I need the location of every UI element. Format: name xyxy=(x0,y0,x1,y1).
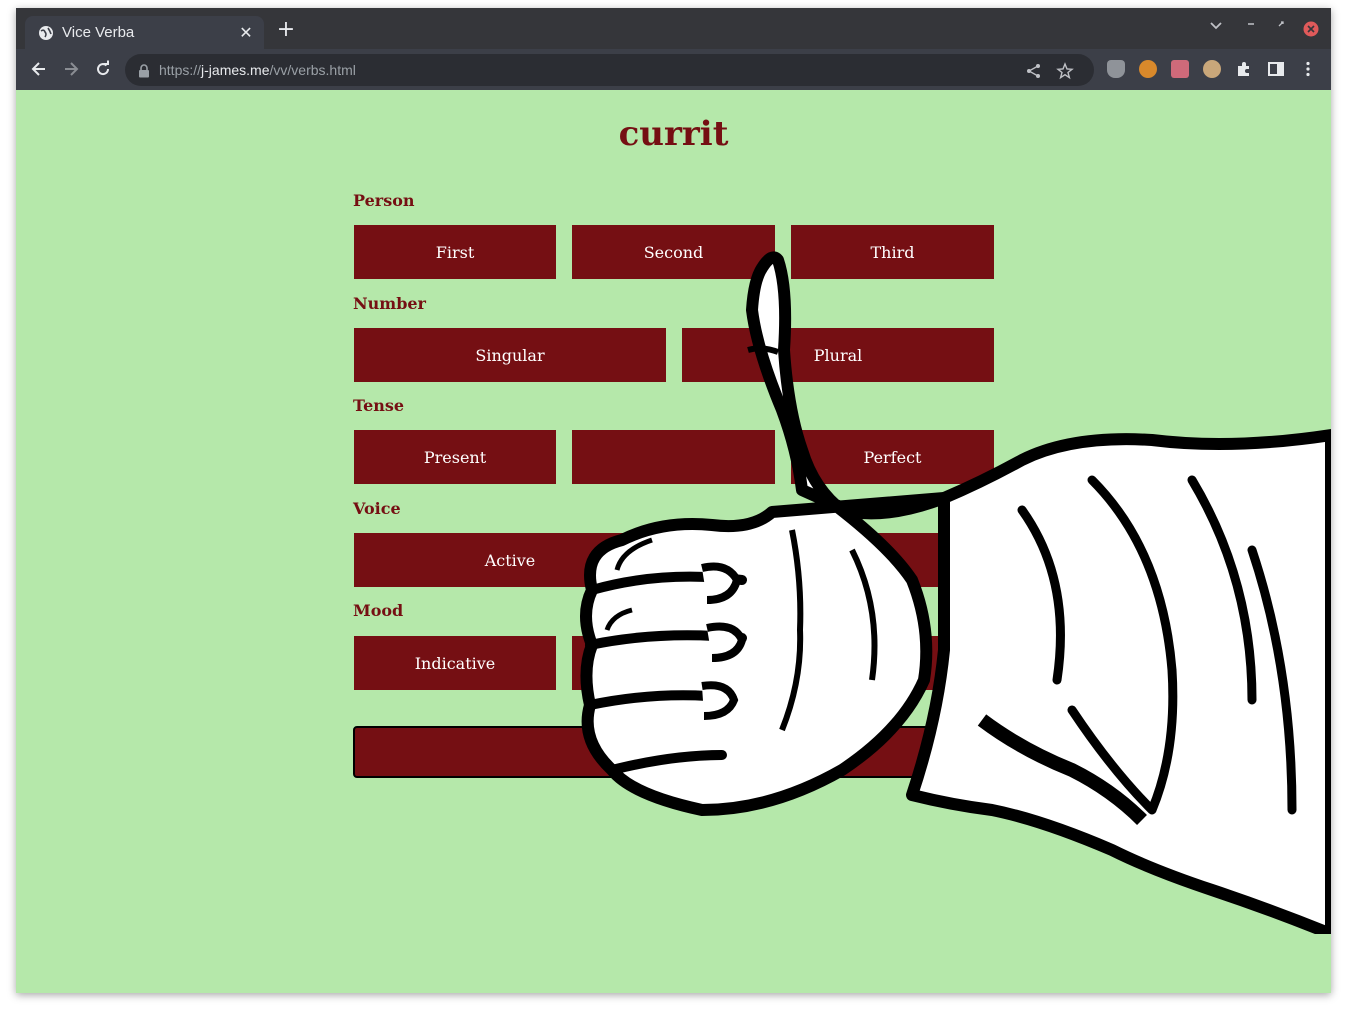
url-text: https://j-james.me/vv/verbs.html xyxy=(159,62,356,78)
number-label: Number xyxy=(353,294,426,313)
url-path: /vv/verbs.html xyxy=(269,62,356,78)
person-first-button[interactable]: First xyxy=(354,225,556,279)
person-label: Person xyxy=(353,191,415,210)
tab-title: Vice Verba xyxy=(62,24,135,41)
globe-icon xyxy=(38,25,54,41)
page-content: currit Person First Second Third Number … xyxy=(16,90,1331,993)
tab-strip: Vice Verba ✕ + xyxy=(16,8,1331,49)
tab-vice-verba[interactable]: Vice Verba ✕ xyxy=(25,16,264,49)
mood-indicative-button[interactable]: Indicative xyxy=(354,636,556,690)
close-window-icon[interactable] xyxy=(1303,21,1319,41)
new-tab-button[interactable]: + xyxy=(275,19,297,41)
url-host: j-james.me xyxy=(201,62,270,78)
lock-icon xyxy=(138,63,150,78)
voice-label: Voice xyxy=(353,499,401,518)
tab-close-icon[interactable]: ✕ xyxy=(238,23,254,42)
thumbs-up-illustration xyxy=(580,251,1331,934)
extension-fox-icon[interactable] xyxy=(1139,60,1157,78)
tab-search-chevron-icon[interactable] xyxy=(1209,18,1223,36)
share-icon[interactable] xyxy=(1025,62,1043,80)
tense-present-button[interactable]: Present xyxy=(354,430,556,484)
tense-label: Tense xyxy=(353,396,405,415)
extensions-puzzle-icon[interactable] xyxy=(1235,60,1253,78)
browser-toolbar: https://j-james.me/vv/verbs.html xyxy=(16,49,1331,90)
browser-window: Vice Verba ✕ + https://j-james.me/vv/ver… xyxy=(16,8,1331,993)
extension-pink-icon[interactable] xyxy=(1171,60,1189,78)
minimize-icon[interactable] xyxy=(1245,18,1257,34)
address-bar[interactable]: https://j-james.me/vv/verbs.html xyxy=(125,54,1094,86)
mood-label: Mood xyxy=(353,601,404,620)
restore-icon[interactable] xyxy=(1275,18,1287,34)
reload-icon[interactable] xyxy=(93,59,113,79)
extension-face-icon[interactable] xyxy=(1203,60,1221,78)
bookmark-star-icon[interactable] xyxy=(1056,62,1074,80)
url-scheme: https:// xyxy=(159,62,202,78)
latin-word: currit xyxy=(618,114,729,154)
back-arrow-icon[interactable] xyxy=(29,59,49,79)
forward-arrow-icon[interactable] xyxy=(61,59,81,79)
side-panel-icon[interactable] xyxy=(1267,60,1285,78)
ublock-icon[interactable] xyxy=(1107,60,1125,78)
kebab-menu-icon[interactable] xyxy=(1299,60,1317,78)
